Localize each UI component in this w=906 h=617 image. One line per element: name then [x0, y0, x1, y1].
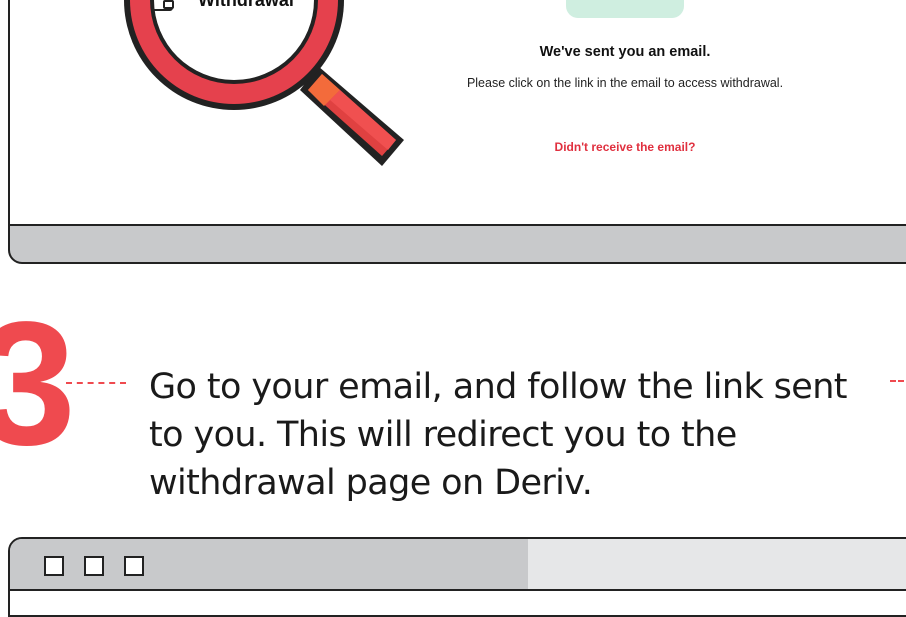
step-instruction: Go to your email, and follow the link se… — [149, 367, 848, 503]
step-number: 3 — [0, 286, 76, 482]
window-button-icon — [84, 556, 104, 576]
magnifier-handle — [300, 66, 404, 166]
window-button-icon — [44, 556, 64, 576]
browser-tab-divider — [10, 589, 906, 591]
window-button-icon — [124, 556, 144, 576]
withdrawal-tab-label: Withdrawal — [198, 0, 294, 10]
envelope-icon — [566, 0, 684, 18]
browser-tab-inactive — [528, 539, 906, 589]
top-browser-footer — [8, 224, 906, 264]
magnifier-icon: Withdrawal — [124, 0, 404, 166]
bottom-browser-window — [8, 537, 906, 617]
email-sent-title: We've sent you an email. — [539, 44, 711, 60]
email-sent-description: Please click on the link in the email to… — [466, 76, 784, 90]
resend-email-link[interactable]: Didn't receive the email? — [500, 140, 750, 154]
dashed-connector-left — [66, 382, 126, 384]
dashed-connector-right — [890, 380, 906, 382]
